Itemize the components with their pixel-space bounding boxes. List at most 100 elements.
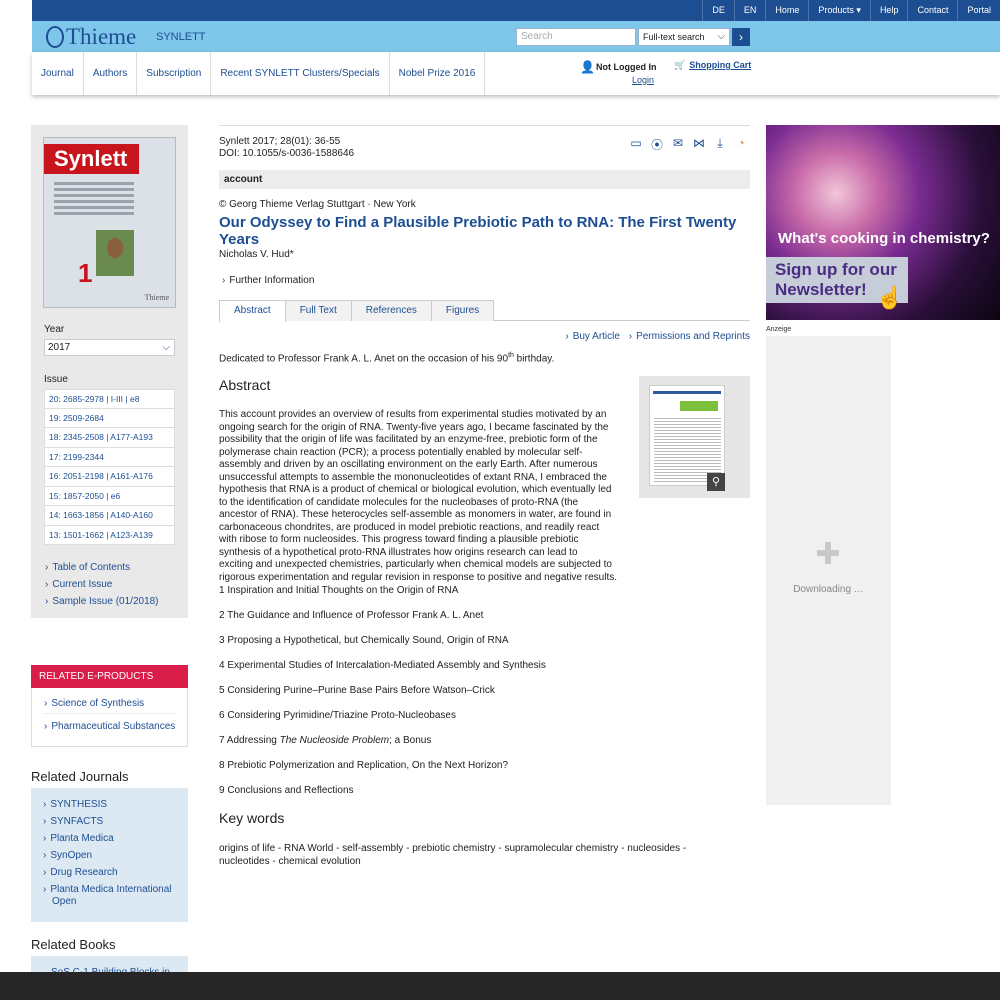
related-eproducts-heading: RELATED E-PRODUCTS (31, 665, 188, 688)
journal-link[interactable]: › Planta Medica (43, 833, 188, 845)
cart-icon: 🛒 (674, 60, 686, 70)
cover-photo (96, 230, 134, 276)
journal-link[interactable]: › SYNFACTS (43, 816, 188, 828)
divider (44, 713, 177, 714)
shopping-cart-link[interactable]: 🛒 Shopping Cart (674, 60, 751, 71)
issue-item[interactable]: 17: 2199-2344 (44, 447, 175, 467)
section-item[interactable]: 9 Conclusions and Reflections (219, 785, 546, 810)
doi-text[interactable]: DOI: 10.1055/s-0036-1588646 (219, 148, 354, 160)
share-icon[interactable]: ⋈ (691, 136, 707, 153)
section-item[interactable]: 8 Prebiotic Polymerization and Replicati… (219, 760, 546, 785)
eproduct-label: Science of Synthesis (51, 698, 145, 709)
journal-link[interactable]: › Drug Research (43, 867, 188, 879)
tab-references[interactable]: References (350, 300, 432, 321)
journal-link[interactable]: › Planta Medica International Open (43, 884, 188, 908)
journal-name[interactable]: SYNLETT (156, 31, 206, 43)
section-item[interactable]: 6 Considering Pyrimidine/Triazine Proto-… (219, 710, 546, 735)
year-select[interactable]: 2017 ⌵ (44, 339, 175, 356)
section7-suffix: ; a Bonus (389, 735, 432, 746)
newsletter-ad[interactable]: What's cooking in chemistry? Sign up for… (766, 125, 1000, 320)
journal-link[interactable]: › SynOpen (43, 850, 188, 862)
section-item[interactable]: 5 Considering Purine–Purine Base Pairs B… (219, 685, 546, 710)
chevron-down-icon: ⌵ (162, 342, 170, 353)
cover-issue-number: 1 (78, 258, 93, 288)
further-information-toggle[interactable]: › Further Information (222, 275, 314, 286)
nav-nobel[interactable]: Nobel Prize 2016 (390, 52, 486, 95)
citation: Synlett 2017; 28(01): 36-55 DOI: 10.1055… (219, 136, 354, 160)
permissions-link[interactable]: Permissions and Reprints (636, 331, 750, 342)
lang-en-link[interactable]: EN (733, 0, 766, 21)
pdf-icon[interactable]: ▭ (628, 136, 644, 153)
products-menu[interactable]: Products ▾ (808, 0, 870, 21)
issue-item[interactable]: 18: 2345-2508 | A177-A193 (44, 428, 175, 448)
help-link[interactable]: Help (869, 0, 908, 21)
login-link[interactable]: Login (632, 75, 654, 85)
section-item[interactable]: 7 Addressing The Nucleoside Problem; a B… (219, 735, 546, 760)
section7-prefix: 7 Addressing (219, 735, 280, 746)
chevron-right-icon: › (43, 799, 47, 810)
email-icon[interactable]: ✉ (670, 136, 686, 153)
contact-link[interactable]: Contact (907, 0, 957, 21)
alert-icon[interactable]: ⦿ (649, 136, 665, 153)
dedication: Dedicated to Professor Frank A. L. Anet … (219, 352, 554, 364)
portal-link[interactable]: Portal (957, 0, 1000, 21)
journal-cover[interactable]: Synlett 1 Thieme (43, 137, 176, 308)
buy-article-link[interactable]: Buy Article (573, 331, 620, 342)
top-bar: DE EN Home Products ▾ Help Contact Porta… (32, 0, 1000, 21)
tab-abstract[interactable]: Abstract (219, 300, 286, 322)
chevron-right-icon: › (44, 698, 48, 709)
issue-item[interactable]: 13: 1501-1662 | A123-A139 (44, 525, 175, 545)
lang-de-link[interactable]: DE (702, 0, 734, 21)
download-icon[interactable]: ⤓ (712, 136, 728, 153)
journal-label: Planta Medica International Open (50, 884, 172, 907)
ad-placeholder: ✚ Downloading … (766, 336, 891, 805)
issue-item[interactable]: 20: 2685-2978 | I-III | e8 (44, 389, 175, 409)
article-tools: ▭ ⦿ ✉ ⋈ ⤓ ◔ (628, 136, 749, 153)
sample-issue-link[interactable]: › Sample Issue (01/2018) (45, 593, 159, 610)
journal-label: Drug Research (50, 867, 118, 878)
eproduct-label: Pharmaceutical Substances (51, 721, 176, 732)
chevron-right-icon: › (222, 275, 226, 286)
search-input[interactable]: Search (516, 28, 636, 46)
chevron-right-icon: › (45, 562, 49, 573)
journal-label: SYNTHESIS (50, 799, 108, 810)
section-item[interactable]: 2 The Guidance and Influence of Professo… (219, 610, 546, 635)
eproduct-link[interactable]: › Pharmaceutical Substances (44, 721, 187, 732)
issue-item[interactable]: 14: 1663-1856 | A140-A160 (44, 506, 175, 526)
journal-link[interactable]: › SYNTHESIS (43, 799, 188, 811)
chevron-right-icon: › (43, 884, 47, 895)
nav-clusters[interactable]: Recent SYNLETT Clusters/Specials (211, 52, 390, 95)
thieme-logo[interactable]: Thieme (46, 24, 136, 50)
eproduct-link[interactable]: › Science of Synthesis (44, 698, 187, 709)
rss-icon[interactable]: ◔ (733, 136, 749, 153)
chevron-right-icon: › (45, 579, 49, 590)
further-info-label: Further Information (229, 275, 315, 286)
issue-item[interactable]: 19: 2509-2684 (44, 408, 175, 428)
nav-journal[interactable]: Journal (32, 52, 84, 95)
search-submit-button[interactable]: › (732, 28, 750, 46)
article-author[interactable]: Nicholas V. Hud* (219, 249, 294, 260)
section-item[interactable]: 1 Inspiration and Initial Thoughts on th… (219, 585, 546, 610)
current-issue-link[interactable]: › Current Issue (45, 576, 159, 593)
current-issue-label: Current Issue (52, 579, 113, 590)
login-status: Not Logged In (596, 62, 657, 72)
toc-label: Table of Contents (52, 562, 131, 573)
toc-link[interactable]: › Table of Contents (45, 559, 159, 576)
search-type-value: Full-text search (643, 32, 705, 42)
cover-brand: Thieme (144, 293, 169, 302)
nav-subscription[interactable]: Subscription (137, 52, 212, 95)
tab-full-text[interactable]: Full Text (284, 300, 352, 321)
related-journals-list: › SYNTHESIS › SYNFACTS › Planta Medica › Syn… (31, 788, 188, 922)
search-type-select[interactable]: Full-text search ⌵ (638, 28, 730, 46)
issue-item[interactable]: 16: 2051-2198 | A161-A176 (44, 467, 175, 487)
purchase-links: › Buy Article › Permissions and Reprints (559, 331, 750, 342)
section-item[interactable]: 3 Proposing a Hypothetical, but Chemical… (219, 635, 546, 660)
section-item[interactable]: 4 Experimental Studies of Intercalation-… (219, 660, 546, 685)
nav-authors[interactable]: Authors (84, 52, 138, 95)
tab-figures[interactable]: Figures (430, 300, 495, 321)
article-title: Our Odyssey to Find a Plausible Prebioti… (219, 214, 737, 248)
issue-item[interactable]: 15: 1857-2050 | e6 (44, 486, 175, 506)
home-link[interactable]: Home (765, 0, 808, 21)
ad-label: Anzeige (766, 326, 792, 333)
article-category: account (219, 170, 750, 189)
